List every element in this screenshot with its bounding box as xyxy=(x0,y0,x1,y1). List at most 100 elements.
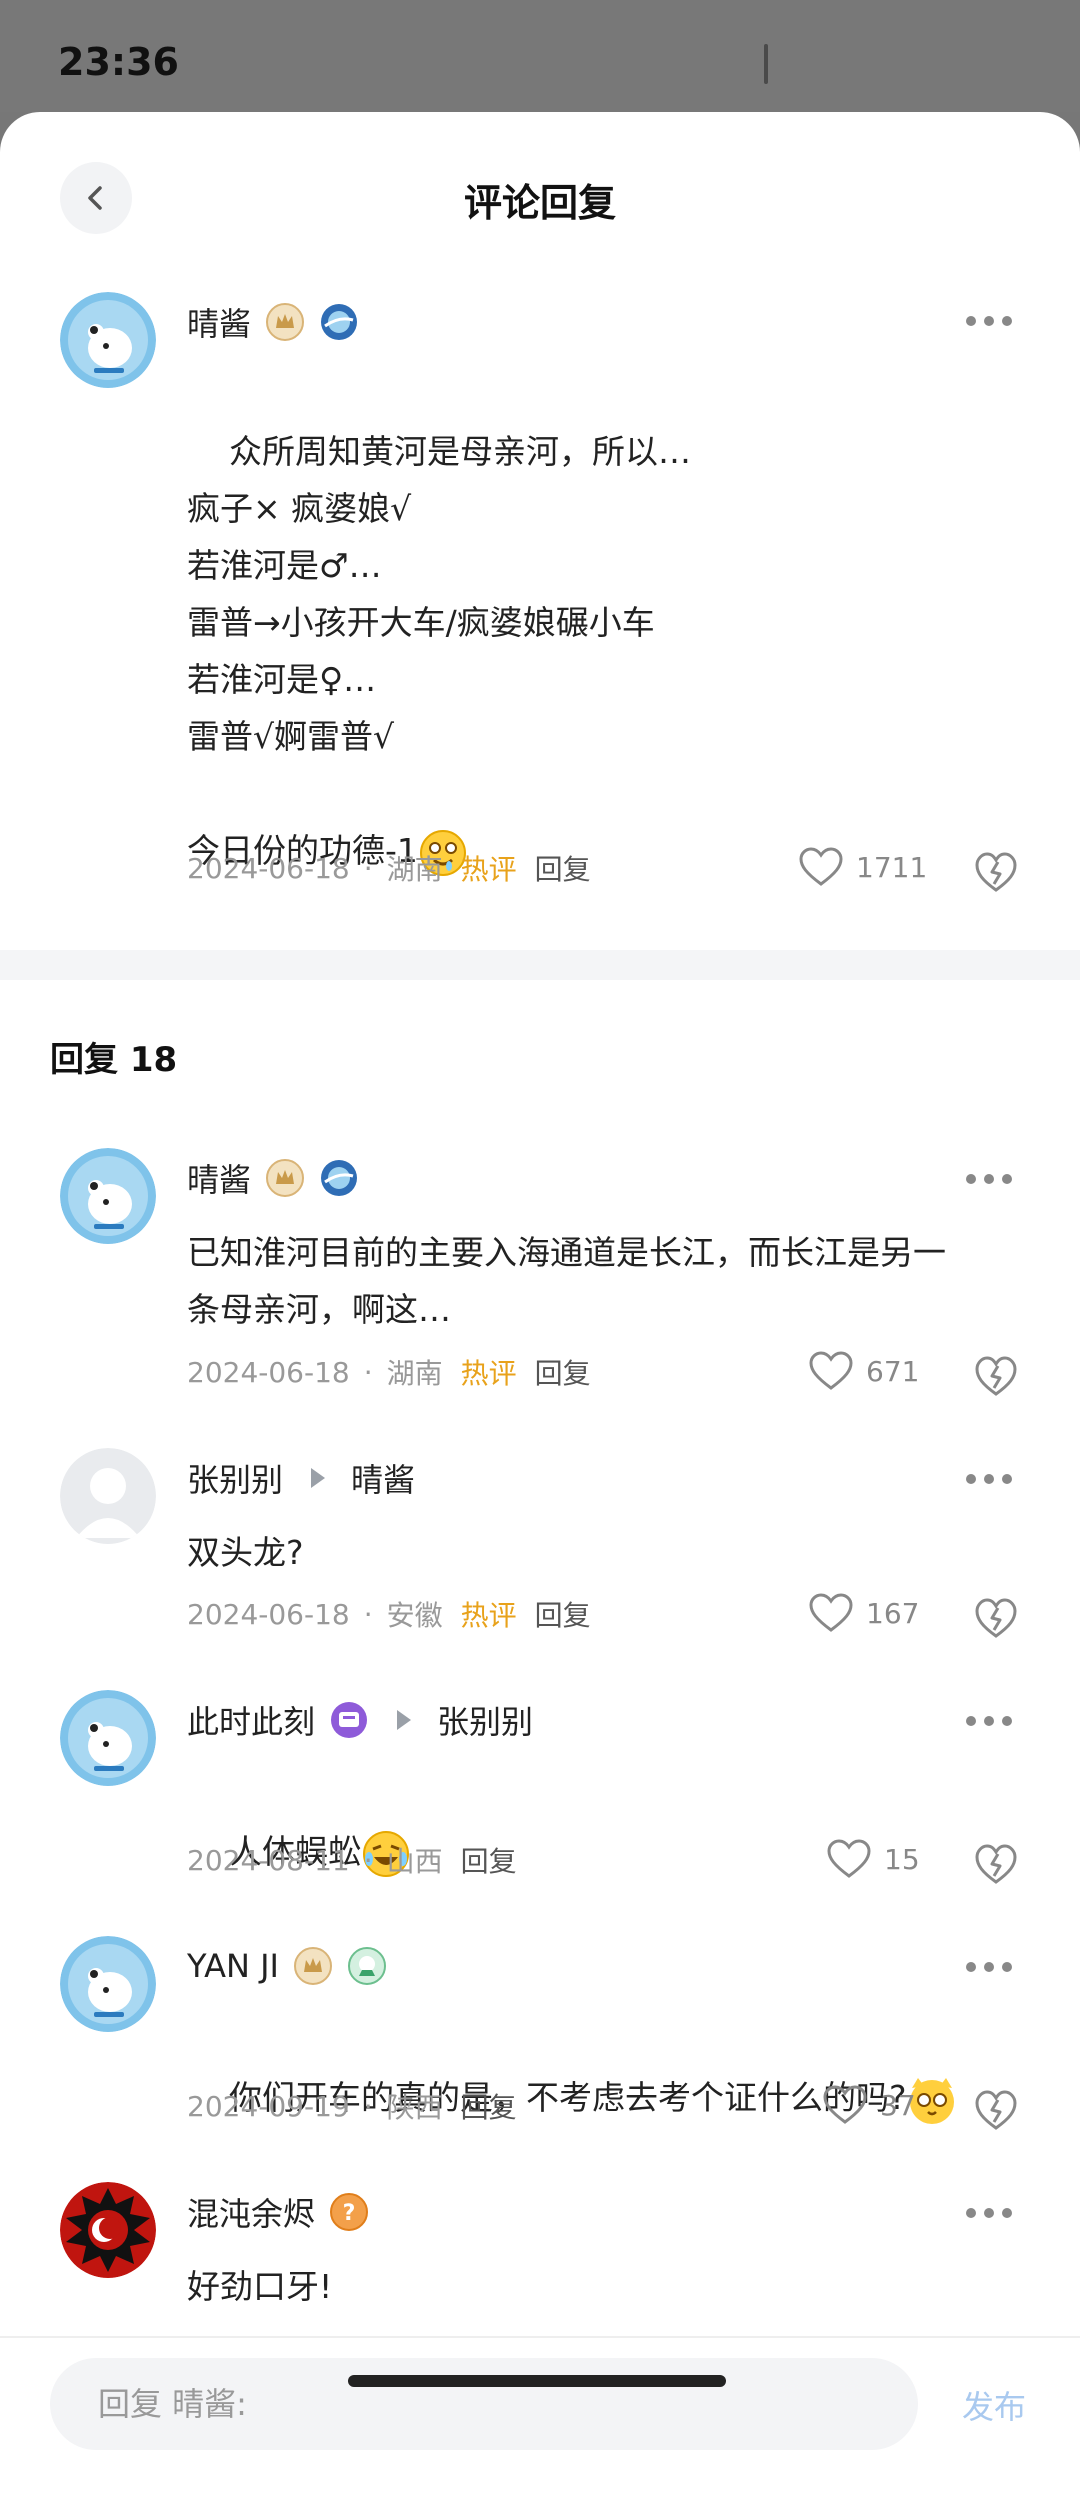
reply-location: 安徽 xyxy=(386,1599,443,1632)
hot-comment-badge: 热评 xyxy=(460,1357,517,1390)
reply-arrow-icon xyxy=(311,1468,326,1488)
username[interactable]: 张别别 xyxy=(187,1455,283,1501)
broken-heart-icon[interactable] xyxy=(974,850,1018,894)
user-row: 混沌余烬 ? xyxy=(187,2188,369,2236)
tv-badge-icon xyxy=(331,1702,368,1738)
heart-icon xyxy=(809,1351,853,1390)
reply-date: 2024-06-18 xyxy=(187,1597,350,1631)
avatar-image xyxy=(60,1148,156,1244)
avatar-image xyxy=(60,1936,156,2032)
reply-to-username[interactable]: 张别别 xyxy=(437,1697,533,1743)
svg-text:?: ? xyxy=(343,2201,356,2226)
reply-location: 陕西 xyxy=(386,2091,443,2124)
reply-text: 好劲口牙! xyxy=(187,2267,333,2306)
reply-text: 已知淮河目前的主要入海通道是长江，而长江是另一 条母亲河，啊这… xyxy=(187,1233,946,1329)
hot-comment-badge: 热评 xyxy=(460,1599,517,1632)
broken-heart-icon[interactable] xyxy=(974,1354,1018,1398)
like-count: 1711 xyxy=(856,850,928,884)
comment-meta: 2024-06-18 · 湖南 热评 回复 xyxy=(187,848,591,888)
avatar-image xyxy=(60,2182,156,2278)
like-button[interactable]: 37 xyxy=(822,2084,916,2126)
crown-badge-icon xyxy=(266,1159,305,1197)
reply-date: 2024-06-18 xyxy=(187,1355,350,1389)
publish-button[interactable]: 发布 xyxy=(962,2382,1026,2428)
planet-badge-icon xyxy=(321,1160,358,1196)
reply-date: 2024-08-11 xyxy=(187,1843,350,1877)
reply-meta: 2024-06-18 · 安徽 热评 回复 xyxy=(187,1594,591,1634)
reply-location: 湖南 xyxy=(386,1357,443,1390)
reply-bar: 回复 晴酱: 发布 xyxy=(0,2336,1080,2520)
like-button[interactable]: 1711 xyxy=(798,846,927,888)
more-icon[interactable] xyxy=(966,1174,1012,1184)
user-row: 晴酱 xyxy=(187,1154,359,1202)
avatar[interactable] xyxy=(60,1148,156,1244)
comment-location: 湖南 xyxy=(386,853,443,886)
avatar-image xyxy=(60,1690,156,1786)
reply-location: 山西 xyxy=(386,1845,443,1878)
user-row: 此时此刻 张别别 xyxy=(187,1696,533,1744)
more-icon[interactable] xyxy=(966,1474,1012,1484)
username[interactable]: 晴酱 xyxy=(187,299,251,345)
broken-heart-icon[interactable] xyxy=(974,1842,1018,1886)
header: 评论回复 xyxy=(0,112,1080,282)
like-count: 37 xyxy=(880,2088,916,2122)
heart-icon xyxy=(809,1593,853,1632)
reply-link[interactable]: 回复 xyxy=(535,848,591,888)
default-avatar-icon xyxy=(60,1448,156,1544)
avatar[interactable] xyxy=(60,2182,156,2278)
broken-heart-icon[interactable] xyxy=(974,2088,1018,2132)
sprout-badge-icon xyxy=(347,1947,386,1985)
planet-badge-icon xyxy=(321,304,358,340)
more-icon[interactable] xyxy=(966,1716,1012,1726)
crown-badge-icon xyxy=(266,303,305,341)
like-count: 167 xyxy=(866,1596,920,1630)
reply-link[interactable]: 回复 xyxy=(461,2086,517,2126)
avatar[interactable] xyxy=(60,1690,156,1786)
username[interactable]: 混沌余烬 xyxy=(187,2189,315,2235)
reply-date: 2024-09-19 xyxy=(187,2089,350,2123)
more-icon[interactable] xyxy=(966,2208,1012,2218)
user-row: YAN JI xyxy=(187,1942,387,1990)
user-row: 张别别 晴酱 xyxy=(187,1454,415,1502)
username[interactable]: 此时此刻 xyxy=(187,1697,315,1743)
avatar[interactable] xyxy=(60,1936,156,2032)
like-button[interactable]: 167 xyxy=(808,1592,919,1634)
comment-sheet: 评论回复 晴酱 众所周知黄河是母亲河，所以… 疯子× 疯婆娘√ 若淮河是♂… 雷… xyxy=(0,112,1080,2520)
reply-meta: 2024-08-11 · 山西 回复 xyxy=(187,1840,517,1880)
avatar-image xyxy=(60,292,156,388)
username[interactable]: YAN JI xyxy=(187,1947,279,1985)
user-row: 晴酱 xyxy=(187,298,359,346)
reply-meta: 2024-06-18 · 湖南 热评 回复 xyxy=(187,1352,591,1392)
avatar[interactable] xyxy=(60,1448,156,1544)
section-divider xyxy=(0,950,1080,980)
heart-icon xyxy=(823,2085,867,2124)
status-indicator xyxy=(764,44,768,84)
page-title: 评论回复 xyxy=(463,181,616,225)
reply-text: 双头龙? xyxy=(187,1533,304,1572)
reply-count-heading: 回复 18 xyxy=(50,1040,178,1080)
broken-heart-icon[interactable] xyxy=(974,1596,1018,1640)
question-badge-icon: ? xyxy=(330,2193,369,2231)
more-icon[interactable] xyxy=(966,316,1012,326)
reply-arrow-icon xyxy=(397,1710,412,1730)
reply-link[interactable]: 回复 xyxy=(461,1840,517,1880)
username[interactable]: 晴酱 xyxy=(187,1155,251,1201)
status-time: 23:36 xyxy=(58,40,179,84)
reply-meta: 2024-09-19 · 陕西 回复 xyxy=(187,2086,517,2126)
avatar[interactable] xyxy=(60,292,156,388)
heart-icon xyxy=(799,847,843,886)
like-button[interactable]: 671 xyxy=(808,1350,919,1392)
comment-text: 众所周知黄河是母亲河，所以… 疯子× 疯婆娘√ 若淮河是♂… 雷普→小孩开大车/… xyxy=(187,432,691,870)
crown-badge-icon xyxy=(293,1947,332,1985)
reply-link[interactable]: 回复 xyxy=(535,1352,591,1392)
like-count: 671 xyxy=(866,1354,920,1388)
hot-comment-badge: 热评 xyxy=(460,853,517,886)
more-icon[interactable] xyxy=(966,1962,1012,1972)
reply-input[interactable]: 回复 晴酱: xyxy=(50,2358,918,2450)
heart-icon xyxy=(827,1839,871,1878)
reply-link[interactable]: 回复 xyxy=(535,1594,591,1634)
reply-to-username[interactable]: 晴酱 xyxy=(351,1455,415,1501)
home-indicator[interactable] xyxy=(348,2375,726,2387)
like-button[interactable]: 15 xyxy=(826,1838,920,1880)
status-bar: 23:36 xyxy=(0,0,1080,112)
